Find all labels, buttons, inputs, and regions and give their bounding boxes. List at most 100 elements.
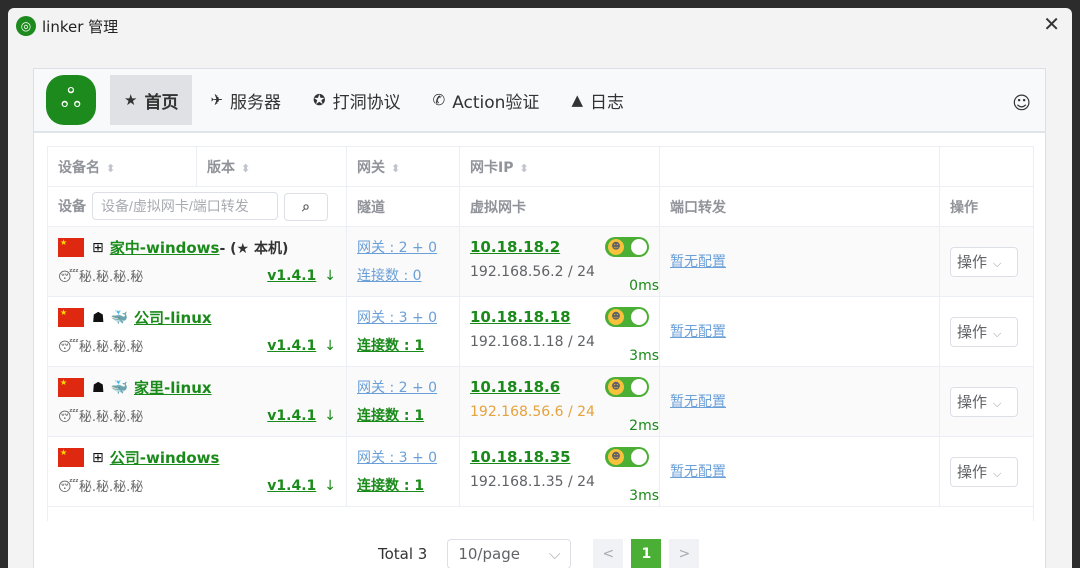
download-icon[interactable]: ↓: [324, 478, 336, 494]
col-version[interactable]: 版本 ⬍: [196, 146, 347, 187]
vnic-toggle[interactable]: ☻: [605, 307, 649, 327]
nav-icon: ▲: [571, 91, 583, 109]
device-table: 设备名⬍ 版本⬍ 网关⬍ 网卡IP⬍ 设备⌕ 隧道 虚拟网卡 端口转发 操作 ★…: [47, 146, 1034, 521]
chevron-down-icon: ⌵: [993, 326, 1002, 340]
total-count: Total 3: [378, 545, 428, 563]
col-vnic: 虚拟网卡: [459, 186, 660, 227]
version-link[interactable]: v1.4.1: [267, 478, 316, 494]
prev-page-button[interactable]: <: [593, 539, 624, 568]
col-tunnel: 隧道: [346, 186, 460, 227]
download-icon[interactable]: ↓: [324, 268, 336, 284]
nav-icon: ✈: [210, 91, 224, 109]
docker-icon: 🐳: [110, 309, 128, 326]
page-size-select[interactable]: 10/page ⌵: [447, 539, 572, 568]
avatar-icon: 😴: [58, 410, 79, 425]
forward-link[interactable]: 暂无配置: [670, 318, 929, 346]
table-row: ★ ⊞ 公司-windows 😴秘.秘.秘.秘 v1.4.1 ↓ 网关 : 3 + 0连…: [47, 436, 1034, 507]
connections-link[interactable]: 连接数 : 1: [357, 332, 449, 360]
smiley-icon: ☻: [608, 449, 624, 465]
sort-icon[interactable]: ⬍: [106, 162, 115, 175]
col-nic-ip[interactable]: 网卡IP ⬍: [459, 146, 660, 187]
gateway-link[interactable]: 网关 : 3 + 0: [357, 444, 449, 472]
sort-icon[interactable]: ⬍: [391, 162, 400, 175]
latency: 0ms: [629, 278, 659, 294]
connections-link[interactable]: 连接数 : 1: [357, 402, 449, 430]
linux-icon: ☗: [92, 309, 105, 326]
table-row: ★ ☗ 🐳 家里-linux 😴秘.秘.秘.秘 v1.4.1 ↓ 网关 : 2 + 0 连接…: [47, 366, 1034, 437]
gateway-link[interactable]: 网关 : 3 + 0: [357, 304, 449, 332]
smiley-icon: ☻: [608, 309, 624, 325]
lan-ip: 192.168.56.6 / 24: [470, 403, 595, 420]
forward-link[interactable]: 暂无配置: [670, 388, 929, 416]
col-ops: 操作: [939, 186, 1034, 227]
nav-icon: ✪: [313, 91, 326, 109]
lan-ip: 192.168.56.2 / 24: [470, 263, 595, 280]
latency: 3ms: [629, 348, 659, 364]
col-gateway[interactable]: 网关 ⬍: [346, 146, 460, 187]
close-icon[interactable]: ✕: [1043, 12, 1060, 36]
chevron-down-icon: ⌵: [993, 396, 1002, 410]
table-row: ★ ☗ 🐳 公司-linux 😴秘.秘.秘.秘 v1.4.1 ↓ 网关 : 3 + 0 连接…: [47, 296, 1034, 367]
virtual-ip-link[interactable]: 10.18.18.6: [470, 378, 560, 396]
gateway-link[interactable]: 网关 : 2 + 0: [357, 374, 449, 402]
sort-icon[interactable]: ⬍: [241, 162, 250, 175]
virtual-ip-link[interactable]: 10.18.18.2: [470, 238, 560, 256]
latency: 3ms: [629, 488, 659, 504]
search-button[interactable]: ⌕: [284, 193, 328, 221]
virtual-ip-link[interactable]: 10.18.18.35: [470, 448, 571, 466]
pagination: Total 3 10/page ⌵ < 1 >: [378, 539, 700, 568]
nav-item-3[interactable]: ✆ Action验证: [419, 75, 554, 125]
vnic-toggle[interactable]: ☻: [605, 237, 649, 257]
version-link[interactable]: v1.4.1: [267, 408, 316, 424]
linker-logo-icon: ஃ: [46, 75, 96, 125]
app-window: ◎ linker 管理 ✕ ஃ ★ 首页 ✈ 服务器 ✪ 打洞协议 ✆ Action验证 ▲ 日志…: [8, 8, 1072, 568]
device-filter: 设备⌕: [47, 186, 347, 227]
nav-icon: ★: [124, 91, 138, 109]
gateway-link[interactable]: 网关 : 2 + 0: [357, 234, 449, 262]
operation-dropdown[interactable]: 操作 ⌵: [950, 246, 1018, 277]
next-page-button[interactable]: >: [669, 539, 700, 568]
device-name-link[interactable]: 家中-windows: [110, 237, 220, 258]
smiley-icon: ☻: [608, 239, 624, 255]
nav-item-2[interactable]: ✪ 打洞协议: [299, 75, 415, 125]
top-nav: ஃ ★ 首页 ✈ 服务器 ✪ 打洞协议 ✆ Action验证 ▲ 日志 ☺: [34, 69, 1045, 133]
windows-icon: ⊞: [92, 449, 104, 466]
operation-dropdown[interactable]: 操作 ⌵: [950, 386, 1018, 417]
col-device-name[interactable]: 设备名 ⬍: [47, 146, 197, 187]
lan-ip: 192.168.1.35 / 24: [470, 473, 595, 490]
page-1-button[interactable]: 1: [631, 539, 662, 568]
operation-dropdown[interactable]: 操作 ⌵: [950, 456, 1018, 487]
col-forward: 端口转发: [659, 186, 940, 227]
device-name-link[interactable]: 公司-windows: [110, 447, 220, 468]
connections-link[interactable]: 连接数 : 1: [357, 472, 449, 500]
latency: 2ms: [629, 418, 659, 434]
device-name-link[interactable]: 家里-linux: [134, 377, 212, 398]
virtual-ip-link[interactable]: 10.18.18.18: [470, 308, 571, 326]
smile-icon[interactable]: ☺: [1012, 93, 1031, 114]
nav-item-0[interactable]: ★ 首页: [110, 75, 193, 125]
chevron-down-icon: ⌵: [993, 256, 1002, 270]
nav-item-1[interactable]: ✈ 服务器: [196, 75, 295, 125]
vnic-toggle[interactable]: ☻: [605, 447, 649, 467]
operation-dropdown[interactable]: 操作 ⌵: [950, 316, 1018, 347]
avatar-icon: 😴: [58, 480, 79, 495]
forward-link[interactable]: 暂无配置: [670, 248, 929, 276]
chevron-down-icon: ⌵: [993, 466, 1002, 480]
table-row: ★ ⊞ 家中-windows - (★ 本机) 😴秘.秘.秘.秘 v1.4.1 ↓ 网关…: [47, 226, 1034, 297]
avatar-icon: 😴: [58, 270, 79, 285]
search-input[interactable]: [92, 192, 278, 220]
nav-item-4[interactable]: ▲ 日志: [557, 75, 638, 125]
vnic-toggle[interactable]: ☻: [605, 377, 649, 397]
docker-icon: 🐳: [110, 379, 128, 396]
title-bar: ◎ linker 管理 ✕: [8, 8, 1072, 44]
version-link[interactable]: v1.4.1: [267, 338, 316, 354]
connections-link[interactable]: 连接数 : 0: [357, 262, 449, 290]
device-name-link[interactable]: 公司-linux: [134, 307, 212, 328]
sort-icon[interactable]: ⬍: [519, 162, 528, 175]
download-icon[interactable]: ↓: [324, 338, 336, 354]
smiley-icon: ☻: [608, 379, 624, 395]
version-link[interactable]: v1.4.1: [267, 268, 316, 284]
forward-link[interactable]: 暂无配置: [670, 458, 929, 486]
windows-icon: ⊞: [92, 239, 104, 256]
download-icon[interactable]: ↓: [324, 408, 336, 424]
